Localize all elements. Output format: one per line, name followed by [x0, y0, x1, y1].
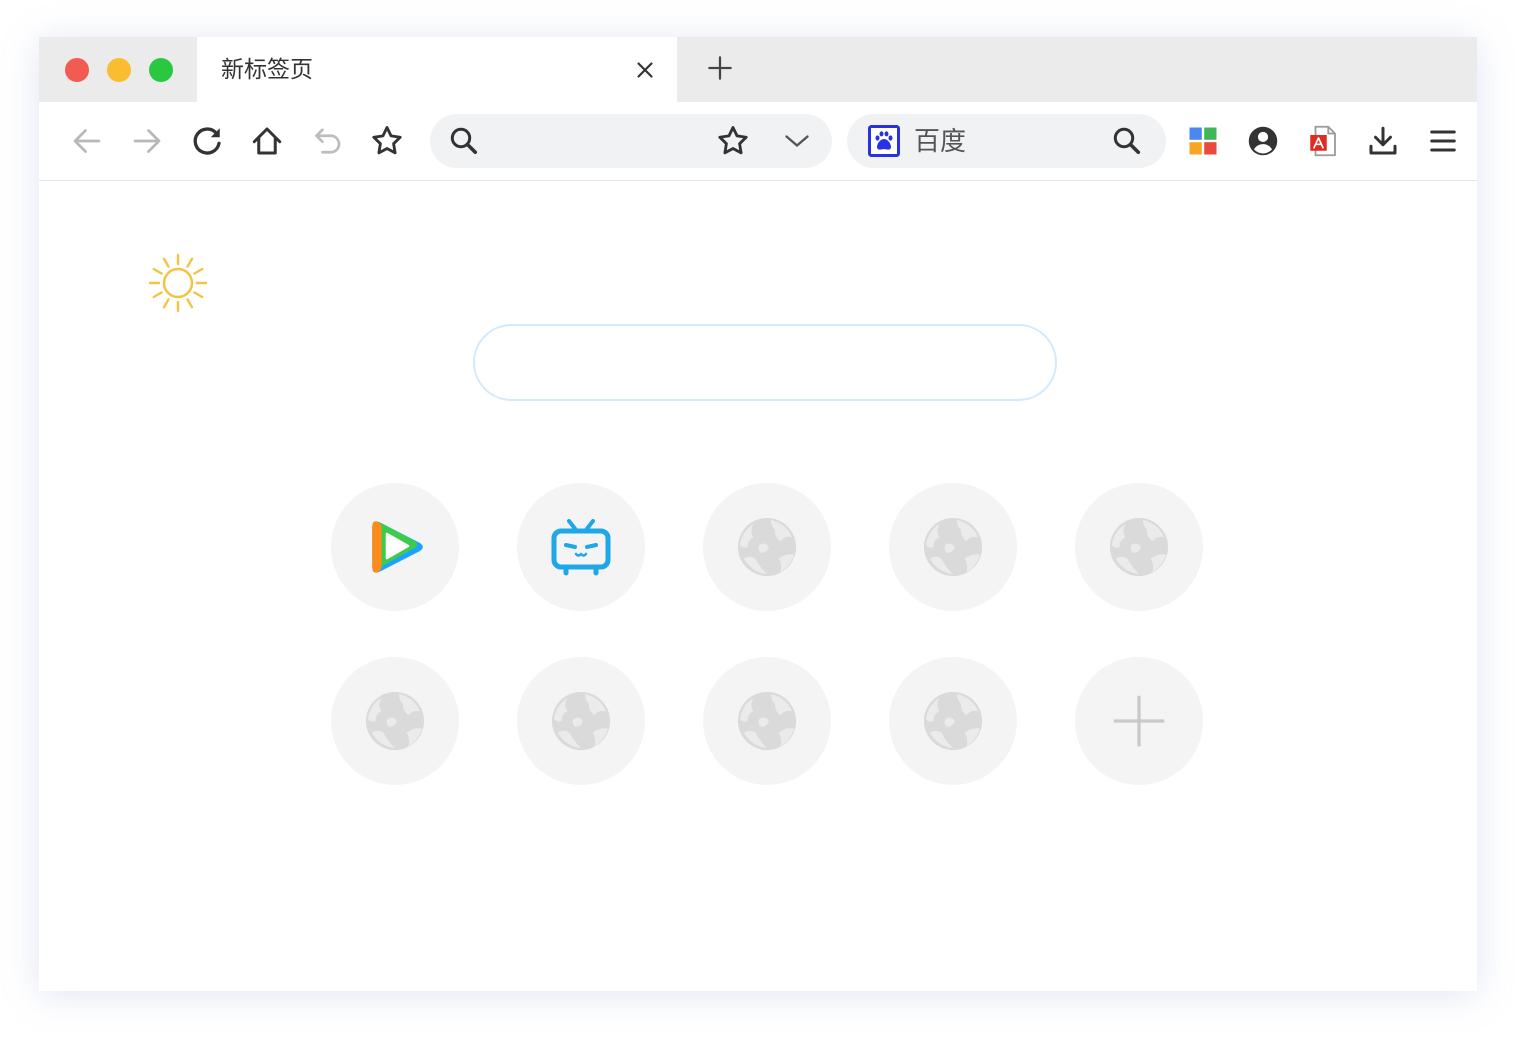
pdf-icon[interactable] — [1305, 123, 1341, 159]
address-bar[interactable] — [430, 114, 832, 168]
shortcut-empty[interactable] — [703, 483, 831, 611]
menu-icon[interactable] — [1425, 123, 1461, 159]
globe-icon — [922, 690, 984, 752]
baidu-paw-icon[interactable] — [868, 125, 900, 157]
sun-icon — [146, 251, 210, 315]
browser-window: 新标签页 百度 — [39, 37, 1477, 991]
globe-icon — [1108, 516, 1170, 578]
globe-icon — [364, 690, 426, 752]
tencent-video-icon — [372, 521, 423, 573]
shortcut-empty[interactable] — [889, 657, 1017, 785]
shortcut-empty[interactable] — [889, 483, 1017, 611]
add-shortcut-button[interactable] — [1075, 657, 1203, 785]
speed-dial — [331, 483, 1203, 785]
globe-icon — [550, 690, 612, 752]
tab-title: 新标签页 — [221, 56, 313, 82]
bookmark-star-icon[interactable] — [369, 123, 405, 159]
download-icon[interactable] — [1365, 123, 1401, 159]
search-icon — [446, 123, 482, 159]
globe-icon — [736, 690, 798, 752]
maximize-window-button[interactable] — [149, 58, 173, 82]
close-window-button[interactable] — [65, 58, 89, 82]
bilibili-icon — [551, 519, 611, 576]
new-tab-search-box[interactable] — [473, 324, 1057, 401]
shortcut-bilibili[interactable] — [517, 483, 645, 611]
shortcut-tencent-video[interactable] — [331, 483, 459, 611]
forward-icon[interactable] — [129, 123, 165, 159]
plus-icon[interactable] — [705, 53, 735, 83]
toolbar: 百度 — [39, 102, 1477, 181]
shortcut-empty[interactable] — [703, 657, 831, 785]
new-tab-search-input[interactable] — [509, 326, 1019, 399]
search-icon[interactable] — [1109, 123, 1145, 159]
new-tab-page — [39, 181, 1477, 991]
globe-icon — [922, 516, 984, 578]
chevron-down-icon[interactable] — [779, 123, 815, 159]
shortcut-empty[interactable] — [517, 657, 645, 785]
back-icon[interactable] — [69, 123, 105, 159]
shortcut-empty[interactable] — [331, 657, 459, 785]
home-icon[interactable] — [249, 123, 285, 159]
search-engine-name: 百度 — [914, 126, 967, 156]
search-engine-box[interactable]: 百度 — [847, 114, 1166, 168]
shortcut-empty[interactable] — [1075, 483, 1203, 611]
reload-icon[interactable] — [189, 123, 225, 159]
star-icon[interactable] — [715, 123, 751, 159]
address-input[interactable] — [490, 114, 702, 168]
add-shortcut-plus-icon — [1113, 695, 1165, 747]
tab-bar: 新标签页 — [39, 37, 1477, 102]
undo-close-tab-icon[interactable] — [309, 123, 345, 159]
apps-grid-icon[interactable] — [1185, 123, 1221, 159]
account-icon[interactable] — [1245, 123, 1281, 159]
minimize-window-button[interactable] — [107, 58, 131, 82]
globe-icon — [736, 516, 798, 578]
tab-new-tab[interactable]: 新标签页 — [197, 37, 677, 102]
close-icon[interactable] — [632, 57, 658, 83]
